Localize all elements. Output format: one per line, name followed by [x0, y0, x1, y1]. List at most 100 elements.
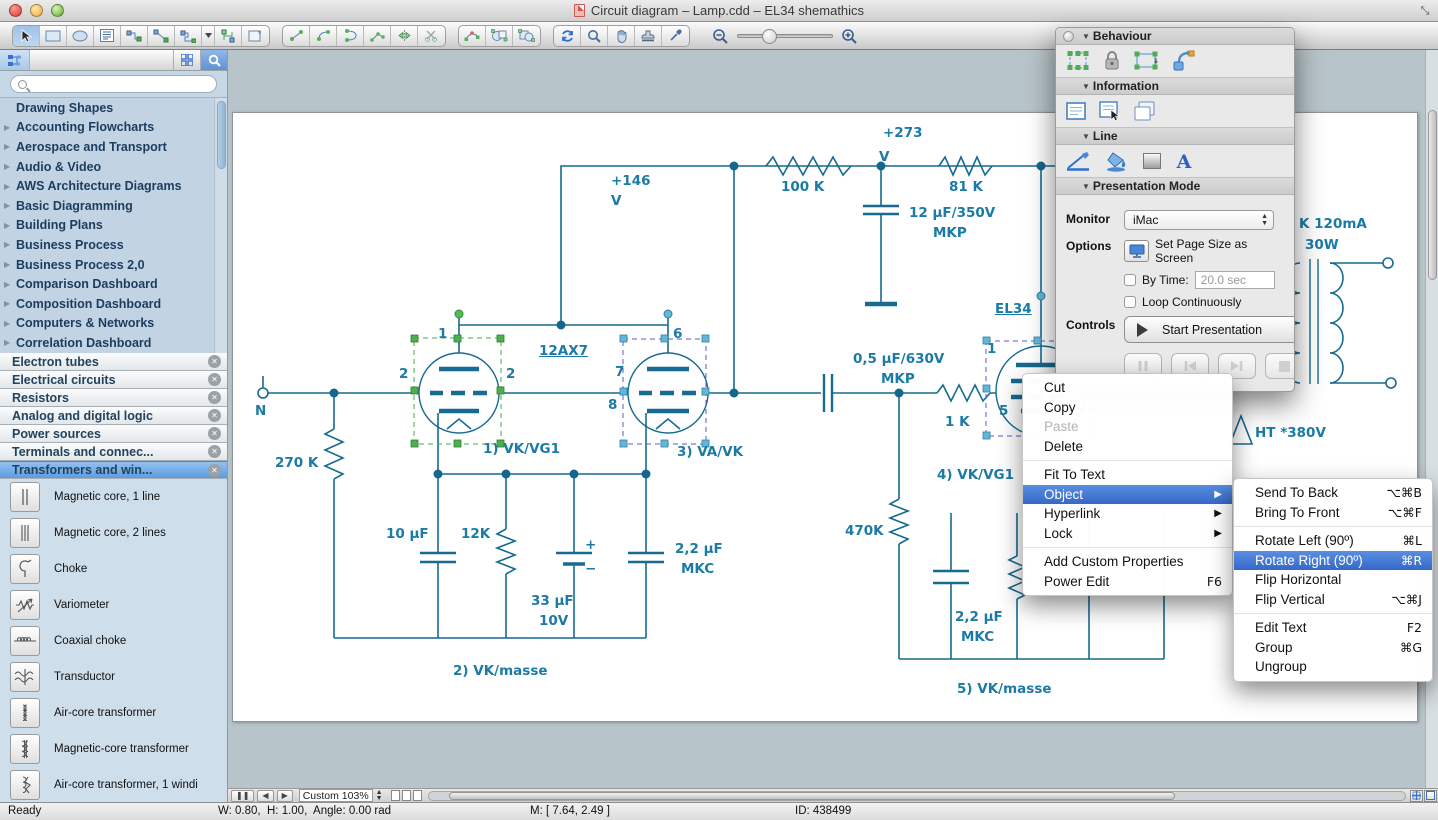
- circuit-label[interactable]: 0,5 µF/630V: [853, 351, 944, 367]
- set-page-size-button[interactable]: [1124, 240, 1149, 262]
- circuit-label[interactable]: 4) VK/VG1: [937, 467, 1014, 483]
- circuit-label[interactable]: 12K: [461, 526, 490, 542]
- circuit-label[interactable]: HT *380V: [1255, 425, 1326, 441]
- connector-tree-tool[interactable]: [215, 26, 242, 46]
- arc-tool[interactable]: [310, 26, 337, 46]
- circuit-label[interactable]: EL34: [995, 301, 1032, 317]
- page-thumb-1[interactable]: [391, 790, 400, 801]
- shape-row-magnetic-core-1-line[interactable]: Magnetic core, 1 line: [0, 479, 227, 515]
- zoom-slider[interactable]: [737, 34, 833, 38]
- menu-item-delete[interactable]: Delete: [1023, 437, 1232, 457]
- grid-view-button[interactable]: [174, 50, 201, 70]
- library-scrollbar[interactable]: [214, 98, 227, 353]
- circuit-label[interactable]: +273: [883, 125, 923, 141]
- monitor-select[interactable]: iMac▲▼: [1124, 210, 1274, 230]
- by-time-field[interactable]: 20.0 sec: [1195, 271, 1275, 289]
- circuit-label[interactable]: 2,2 µF: [955, 609, 1003, 625]
- air-core-transformer-1-winding-icon[interactable]: [10, 770, 40, 800]
- menu-item-copy[interactable]: Copy: [1023, 398, 1232, 418]
- menu-item-hyperlink[interactable]: Hyperlink▶: [1023, 504, 1232, 524]
- menu-item-ungroup[interactable]: Ungroup: [1234, 657, 1432, 677]
- shape-row-transductor[interactable]: Transductor: [0, 659, 227, 695]
- toolbar-toggle-icon[interactable]: ⤡: [1418, 4, 1432, 18]
- circuit-label[interactable]: K 120mA: [1299, 216, 1367, 232]
- variometer-icon[interactable]: [10, 590, 40, 620]
- new-shape-tool[interactable]: *: [242, 26, 269, 46]
- note-cursor-icon[interactable]: [1099, 101, 1121, 122]
- reshape-tool[interactable]: [459, 26, 486, 46]
- lock-icon[interactable]: [1103, 50, 1121, 72]
- circuit-label[interactable]: MKC: [681, 561, 714, 577]
- disclosure-triangle-icon[interactable]: ▶: [4, 162, 16, 171]
- rectangle-tool[interactable]: [40, 26, 67, 46]
- shape-row-magnetic-core-2-lines[interactable]: Magnetic core, 2 lines: [0, 515, 227, 551]
- circuit-label[interactable]: 81 K: [949, 179, 983, 195]
- circuit-label[interactable]: 2: [399, 366, 408, 382]
- note-icon[interactable]: [1066, 101, 1086, 121]
- union-shapes-tool[interactable]: [513, 26, 540, 46]
- menu-item-edit-text[interactable]: Edit TextF2: [1234, 618, 1432, 638]
- circuit-label[interactable]: 10V: [539, 613, 568, 629]
- circuit-label[interactable]: V: [879, 149, 889, 165]
- library-scrollbar-thumb[interactable]: [217, 101, 226, 169]
- pan-tool[interactable]: [608, 26, 635, 46]
- menu-item-fit-to-text[interactable]: Fit To Text: [1023, 465, 1232, 485]
- search-view-button[interactable]: [201, 50, 227, 70]
- canvas-hscrollbar-thumb[interactable]: [449, 792, 1175, 800]
- sidebar-tab-strip[interactable]: [30, 50, 174, 70]
- disclosure-triangle-icon[interactable]: ▶: [4, 319, 16, 328]
- tree-view-button[interactable]: [0, 50, 30, 70]
- curve-tool[interactable]: [337, 26, 364, 46]
- menu-item-power-edit[interactable]: Power EditF6: [1023, 572, 1232, 592]
- selection-behaviour-icon[interactable]: [1066, 50, 1090, 72]
- circuit-label[interactable]: 2) VK/masse: [453, 663, 548, 679]
- disclosure-triangle-icon[interactable]: ▶: [4, 240, 16, 249]
- page-pause-button[interactable]: ❚❚: [231, 790, 254, 802]
- canvas-vscrollbar-thumb[interactable]: [1428, 110, 1437, 280]
- shape-row-magnetic-core-transformer[interactable]: Magnetic-core transformer: [0, 731, 227, 767]
- magnetic-core-2-lines-icon[interactable]: [10, 518, 40, 548]
- canvas-hscrollbar[interactable]: [428, 791, 1406, 801]
- actual-size-button[interactable]: [1424, 790, 1437, 802]
- start-presentation-button[interactable]: Start Presentation: [1124, 316, 1295, 343]
- menu-item-flip-vertical[interactable]: Flip Vertical⌥⌘J: [1234, 590, 1432, 610]
- shape-row-air-core-transformer[interactable]: Air-core transformer: [0, 695, 227, 731]
- sidebar-item-correlation-dashboard[interactable]: ▶Correlation Dashboard: [0, 333, 227, 353]
- text-style-icon[interactable]: A: [1175, 152, 1193, 171]
- menu-item-lock[interactable]: Lock▶: [1023, 524, 1232, 544]
- menu-item-group[interactable]: Group⌘G: [1234, 638, 1432, 658]
- select-tool[interactable]: [13, 26, 40, 46]
- circuit-label[interactable]: V: [611, 193, 621, 209]
- shape-row-variometer[interactable]: Variometer: [0, 587, 227, 623]
- disclosure-triangle-icon[interactable]: ▶: [4, 182, 16, 191]
- circuit-label[interactable]: 270 K: [275, 455, 318, 471]
- menu-item-rotate-right-90[interactable]: Rotate Right (90º)⌘R: [1234, 551, 1432, 571]
- scissors-tool[interactable]: [418, 26, 445, 46]
- sidebar-item-aerospace-and-transport[interactable]: ▶Aerospace and Transport: [0, 137, 227, 157]
- stamp-tool[interactable]: [635, 26, 662, 46]
- close-library-icon[interactable]: ✕: [208, 373, 221, 386]
- shape-row-air-core-transformer-1-winding[interactable]: Air-core transformer, 1 windi: [0, 767, 227, 802]
- circuit-label[interactable]: 6: [673, 326, 682, 342]
- circuit-label[interactable]: 1: [987, 341, 996, 357]
- zoom-level-select[interactable]: Custom 103%: [299, 789, 373, 802]
- eyedropper-tool[interactable]: [662, 26, 689, 46]
- circuit-label[interactable]: 1) VK/VG1: [483, 441, 560, 457]
- circuit-label[interactable]: N: [255, 403, 266, 419]
- loop-checkbox[interactable]: [1124, 296, 1136, 308]
- zoom-slider-knob[interactable]: [762, 29, 777, 44]
- circuit-label[interactable]: 1 K: [945, 414, 970, 430]
- circuit-label[interactable]: MKP: [933, 225, 967, 241]
- fit-page-button[interactable]: [1410, 790, 1423, 802]
- circuit-label[interactable]: 7: [615, 364, 624, 380]
- action-behaviour-icon[interactable]: [1171, 50, 1195, 72]
- line-section-header[interactable]: ▼Line: [1056, 128, 1294, 145]
- subtract-shapes-tool[interactable]: [486, 26, 513, 46]
- zoom-out-button[interactable]: [712, 28, 729, 44]
- resize-behaviour-icon[interactable]: [1134, 50, 1158, 72]
- library-section-terminals-and-connec[interactable]: Terminals and connec...✕: [0, 443, 227, 461]
- text-tool[interactable]: [94, 26, 121, 46]
- shape-row-choke[interactable]: Choke: [0, 551, 227, 587]
- coaxial-choke-icon[interactable]: [10, 626, 40, 656]
- menu-item-flip-horizontal[interactable]: Flip Horizontal: [1234, 570, 1432, 590]
